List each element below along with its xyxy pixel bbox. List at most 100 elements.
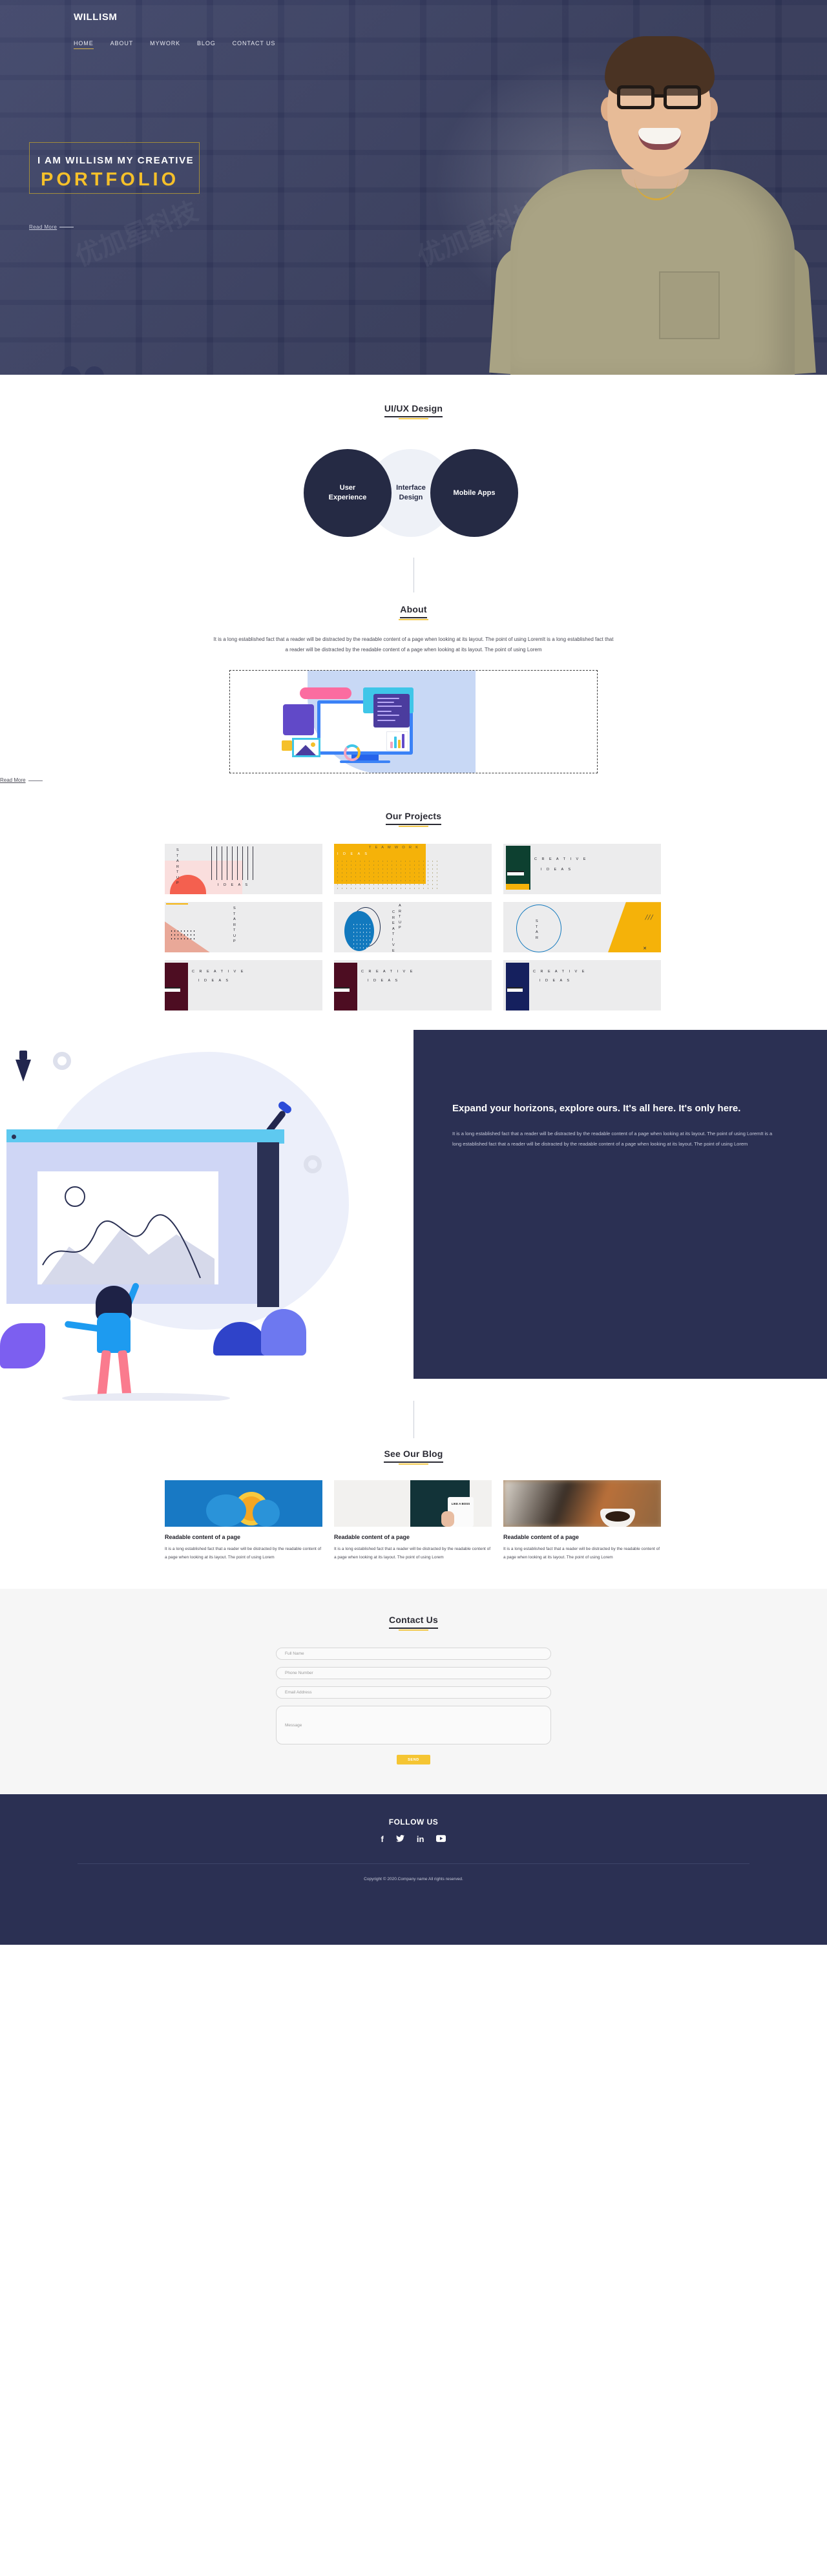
blog-card-title: Readable content of a page: [503, 1534, 580, 1541]
project-card-label-2: I D E A S: [368, 979, 400, 983]
social-links: f in: [0, 1834, 827, 1844]
carousel-next-button[interactable]: ›: [85, 366, 104, 375]
footer-divider: [78, 1863, 749, 1865]
project-card[interactable]: STAR ╱╱╱ ✕: [503, 902, 661, 953]
project-card-label-2: I D E A S: [541, 868, 573, 872]
project-card-label: C R E A T I V E: [533, 970, 587, 974]
expand-text-panel: Expand your horizons, explore ours. It's…: [414, 1030, 827, 1379]
uiux-heading-text: UI/UX Design: [384, 403, 443, 417]
blog-card[interactable]: LIKE A BOSS Readable content of a page I…: [334, 1480, 492, 1562]
project-card-label: C R E A T I V E: [361, 970, 415, 974]
message-placeholder: Message: [285, 1723, 302, 1728]
uiux-circle-label-line2: Design: [399, 494, 423, 501]
expand-section: Expand your horizons, explore ours. It's…: [0, 1030, 827, 1401]
blog-card-title: Readable content of a page: [334, 1534, 410, 1541]
hero-subtitle: I AM WILLISM MY CREATIVE: [37, 155, 194, 166]
chevron-right-icon: ›: [93, 372, 96, 375]
heading-accent-underline: [399, 826, 428, 828]
copyright-text: Copyright © 2020.Company name All rights…: [364, 1877, 463, 1882]
chevron-left-icon: ‹: [70, 372, 72, 375]
send-button[interactable]: SEND: [397, 1755, 430, 1765]
blog-card-body: It is a long established fact that a rea…: [503, 1547, 660, 1560]
nav-item-about[interactable]: ABOUT: [110, 40, 134, 49]
expand-illustration: [0, 1039, 414, 1401]
blog-card-image: [165, 1480, 322, 1527]
full-name-input[interactable]: Full Name: [276, 1648, 551, 1660]
twitter-icon[interactable]: [395, 1834, 404, 1844]
about-illustration-frame: [229, 670, 598, 774]
youtube-icon[interactable]: [436, 1834, 446, 1844]
project-card[interactable]: STARTUP I D E A S: [165, 844, 322, 895]
project-card-label-2: I D E A S: [198, 979, 231, 983]
arrow-line-icon: [28, 780, 43, 781]
blog-heading-text: See Our Blog: [384, 1449, 443, 1463]
project-card-label-2: I D E A S: [539, 979, 572, 983]
project-card[interactable]: T E A M W O R K I D E A S: [334, 844, 492, 895]
blog-heading: See Our Blog: [0, 1449, 827, 1463]
facebook-icon[interactable]: f: [381, 1834, 384, 1844]
nav-item-contact-us[interactable]: CONTACT US: [233, 40, 276, 49]
blog-card[interactable]: Readable content of a page It is a long …: [503, 1480, 661, 1562]
project-card-label: C R E A T I V E: [192, 970, 246, 974]
about-read-more-link[interactable]: Read More: [0, 777, 43, 783]
expand-heading: Expand your horizons, explore ours. It's…: [452, 1103, 741, 1115]
blog-card[interactable]: Readable content of a page It is a long …: [165, 1480, 322, 1562]
project-card-label: I D E A S: [337, 852, 370, 857]
project-card-label: I D E A S: [218, 883, 250, 888]
about-heading-text: About: [400, 604, 427, 618]
blog-card-title: Readable content of a page: [165, 1534, 241, 1541]
email-address-input[interactable]: Email Address: [276, 1686, 551, 1699]
site-logo[interactable]: WILLISM: [74, 12, 118, 23]
blog-card-image: LIKE A BOSS: [334, 1480, 492, 1527]
project-card[interactable]: CREATIVE ARTUP: [334, 902, 492, 953]
contact-heading-text: Contact Us: [389, 1615, 438, 1629]
project-card-vertical-label: CREATIVE: [392, 910, 396, 953]
projects-section: Our Projects STARTUP I D E A S T E A M W…: [0, 785, 827, 1011]
projects-heading: Our Projects: [0, 811, 827, 826]
about-paragraph: It is a long established fact that a rea…: [213, 636, 614, 653]
project-card-label: C R E A T I V E: [534, 857, 588, 862]
uiux-circles: User Experience Interface Design Mobile Ap…: [304, 441, 523, 545]
project-card[interactable]: C R E A T I V E I D E A S: [503, 844, 661, 895]
hero-read-more-label: Read More: [29, 224, 58, 230]
about-heading: About: [0, 604, 827, 618]
hero-section: 优加星科技 优加星科技 WILLISM HOME ABOUT MYWORK BL…: [0, 0, 827, 375]
full-name-placeholder: Full Name: [285, 1651, 304, 1657]
expand-paragraph: It is a long established fact that a rea…: [452, 1131, 773, 1147]
uiux-circle-label-line1: Mobile Apps: [453, 488, 496, 497]
blog-card-body: It is a long established fact that a rea…: [165, 1547, 322, 1560]
projects-grid: STARTUP I D E A S T E A M W O R K I D E …: [165, 844, 662, 1011]
project-card[interactable]: C R E A T I V E I D E A S: [503, 960, 661, 1011]
contact-form: Full Name Phone Number Email Address Mes…: [276, 1648, 551, 1765]
site-footer: FOLLOW US f in Copyright © 2020.Company …: [0, 1794, 827, 1945]
heading-accent-underline: [399, 1629, 428, 1631]
follow-us-heading: FOLLOW US: [388, 1817, 439, 1827]
uiux-circle-mobile-apps[interactable]: Mobile Apps: [430, 449, 518, 537]
project-card[interactable]: C R E A T I V E I D E A S: [334, 960, 492, 1011]
main-navigation: HOME ABOUT MYWORK BLOG CONTACT US: [74, 40, 275, 49]
blog-section: See Our Blog Readable content of a page …: [0, 1438, 827, 1562]
phone-number-input[interactable]: Phone Number: [276, 1667, 551, 1680]
uiux-circle-user-experience[interactable]: User Experience: [304, 449, 392, 537]
project-card[interactable]: C R E A T I V E I D E A S: [165, 960, 322, 1011]
blog-grid: Readable content of a page It is a long …: [165, 1480, 662, 1562]
chart-curve-icon: [42, 1214, 201, 1279]
contact-heading: Contact Us: [0, 1615, 827, 1629]
linkedin-icon[interactable]: in: [417, 1834, 424, 1844]
project-card[interactable]: STARTUP: [165, 902, 322, 953]
uiux-section: UI/UX Design User Experience Interface Des…: [0, 375, 827, 592]
project-card-vertical-label-2: ARTUP: [399, 904, 403, 930]
message-textarea[interactable]: Message: [276, 1706, 551, 1745]
nav-item-home[interactable]: HOME: [74, 40, 94, 49]
nav-item-blog[interactable]: BLOG: [197, 40, 216, 49]
uiux-circle-label-line1: Interface: [396, 484, 426, 492]
nav-item-mywork[interactable]: MYWORK: [150, 40, 180, 49]
carousel-prev-button[interactable]: ‹: [61, 366, 81, 375]
blog-card-image: [503, 1480, 661, 1527]
hero-read-more-link[interactable]: Read More: [29, 224, 74, 230]
about-section: About It is a long established fact that…: [0, 592, 827, 785]
heading-accent-underline: [399, 619, 428, 620]
project-card-vertical-label: STARTUP: [176, 848, 180, 886]
projects-heading-text: Our Projects: [385, 811, 442, 826]
heading-accent-underline: [399, 1463, 428, 1465]
